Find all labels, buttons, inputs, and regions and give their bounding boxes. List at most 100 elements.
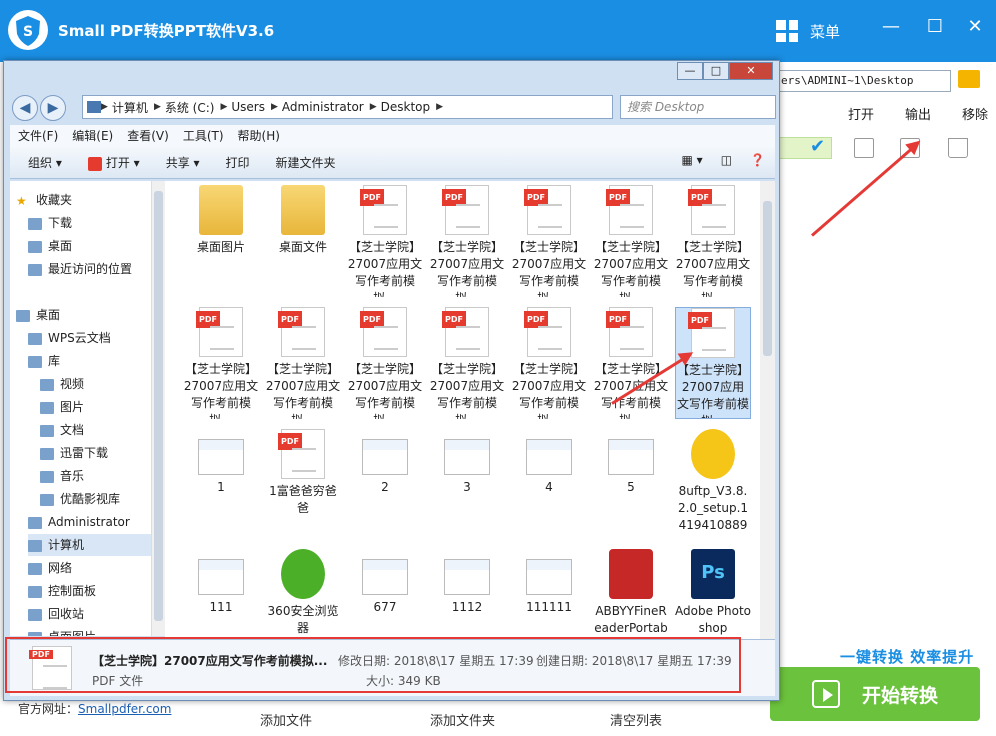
file-item[interactable]: 【芝士学院】27007应用文写作考前模拟... <box>593 185 669 297</box>
browse-folder-icon[interactable] <box>958 70 980 88</box>
file-item[interactable]: 桌面文件 <box>265 185 341 297</box>
file-item[interactable]: 3 <box>429 429 505 541</box>
explorer-minimize-button[interactable]: — <box>677 62 703 80</box>
view-grid-icon[interactable]: ▦ ▾ <box>682 153 703 167</box>
folder-icon <box>40 447 54 460</box>
nav-item[interactable]: 回收站 <box>28 603 154 625</box>
pdf-file-icon <box>688 308 735 358</box>
image-thumbnail-icon <box>362 559 408 595</box>
file-item[interactable]: 1112 <box>429 549 505 639</box>
nav-item[interactable]: 网络 <box>28 557 154 579</box>
address-bar[interactable]: ▶ 计算机 ▶ 系统 (C:) ▶ Users ▶ Administrator ▶ De… <box>82 95 613 119</box>
file-item[interactable]: 桌面图片 <box>183 185 259 297</box>
new-folder-button[interactable]: 新建文件夹 <box>276 154 336 171</box>
menu-tools[interactable]: 工具(T) <box>183 125 224 147</box>
file-item[interactable]: 【芝士学院】27007应用文写作考前模拟... <box>429 185 505 297</box>
add-file-button[interactable]: 添加文件 <box>260 710 312 729</box>
file-item[interactable]: 【芝士学院】27007应用文写作考前模拟... <box>511 185 587 297</box>
pdf-icon <box>87 156 102 171</box>
nav-item[interactable]: ★ 收藏夹 <box>16 189 154 211</box>
pdf-file-icon <box>688 185 735 235</box>
browser-360-icon <box>281 549 325 599</box>
file-item[interactable]: 111111 <box>511 549 587 639</box>
output-path-field[interactable]: ers\ADMINI~1\Desktop <box>776 70 951 92</box>
nav-item[interactable]: 最近访问的位置 <box>28 258 154 280</box>
file-item[interactable]: 【芝士学院】27007应用文写作考前模拟... <box>511 307 587 419</box>
file-item[interactable]: 360安全浏览器 <box>265 549 341 639</box>
file-item[interactable]: 5 <box>593 429 669 541</box>
file-item[interactable]: 677 <box>347 549 423 639</box>
folder-icon <box>28 240 42 253</box>
folder-icon <box>28 332 42 345</box>
file-item[interactable]: 4 <box>511 429 587 541</box>
maximize-button[interactable]: ☐ <box>920 12 950 42</box>
breadcrumb-computer[interactable]: 计算机 <box>112 99 148 116</box>
site-link[interactable]: Smallpdfer.com <box>78 702 171 716</box>
photoshop-icon: Ps <box>691 549 735 599</box>
navigation-scrollbar[interactable] <box>151 181 165 636</box>
search-input[interactable]: 搜索 Desktop <box>620 95 776 119</box>
nav-item[interactable]: 音乐 <box>40 465 154 487</box>
file-item[interactable]: 【芝士学院】27007应用文写作考前模拟... <box>593 307 669 419</box>
preview-pane-icon[interactable]: ◫ <box>721 153 732 167</box>
menu-view[interactable]: 查看(V) <box>127 125 169 147</box>
file-item[interactable]: 8uftp_V3.8.2.0_setup.1419410889 <box>675 429 751 541</box>
file-item[interactable]: 【芝士学院】27007应用文写作考前模拟... <box>265 307 341 419</box>
file-item[interactable]: 1富爸爸穷爸爸 <box>265 429 341 541</box>
nav-item[interactable]: 库 <box>28 350 154 372</box>
back-button[interactable]: ◀ <box>12 95 38 121</box>
breadcrumb-administrator[interactable]: Administrator <box>282 100 364 114</box>
minimize-button[interactable]: — <box>876 12 906 42</box>
file-list: 桌面图片桌面文件【芝士学院】27007应用文写作考前模拟...【芝士学院】270… <box>165 181 760 639</box>
close-button[interactable]: ✕ <box>960 12 990 42</box>
start-convert-button[interactable]: 开始转换 <box>770 667 980 721</box>
menu-help[interactable]: 帮助(H) <box>238 125 280 147</box>
open-file-icon[interactable] <box>854 138 874 158</box>
nav-item[interactable]: 桌面图片 <box>28 626 154 636</box>
print-button[interactable]: 打印 <box>226 154 250 171</box>
open-button[interactable]: 打开 ▾ <box>87 154 140 171</box>
menu-file[interactable]: 文件(F) <box>18 125 58 147</box>
nav-item[interactable]: 文档 <box>40 419 154 441</box>
file-item[interactable]: Ps Adobe Photoshop <box>675 549 751 639</box>
explorer-close-button[interactable]: ✕ <box>729 62 773 80</box>
file-item[interactable]: 2 <box>347 429 423 541</box>
folder-icon <box>28 516 42 529</box>
menu-edit[interactable]: 编辑(E) <box>72 125 113 147</box>
nav-item[interactable]: 下载 <box>28 212 154 234</box>
breadcrumb-drive-c[interactable]: 系统 (C:) <box>165 99 215 116</box>
file-item[interactable]: 【芝士学院】27007应用文写作考前模拟... <box>675 185 751 297</box>
add-folder-button[interactable]: 添加文件夹 <box>430 710 495 729</box>
nav-item[interactable]: WPS云文档 <box>28 327 154 349</box>
image-thumbnail-icon <box>444 439 490 475</box>
forward-button[interactable]: ▶ <box>40 95 66 121</box>
start-convert-label: 开始转换 <box>861 684 938 707</box>
file-item[interactable]: 111 <box>183 549 259 639</box>
nav-item[interactable]: 视频 <box>40 373 154 395</box>
folder-icon <box>281 185 325 235</box>
breadcrumb-desktop[interactable]: Desktop <box>381 100 431 114</box>
nav-item[interactable]: 迅雷下载 <box>40 442 154 464</box>
nav-item[interactable]: 图片 <box>40 396 154 418</box>
file-list-scrollbar[interactable] <box>760 181 775 639</box>
file-item[interactable]: 1 <box>183 429 259 541</box>
share-button[interactable]: 共享 ▾ <box>166 154 200 171</box>
nav-item[interactable]: 桌面 <box>28 235 154 257</box>
organize-button[interactable]: 组织 ▾ <box>28 154 62 171</box>
file-item[interactable]: ABBYYFineReaderPortable <box>593 549 669 639</box>
nav-item[interactable]: 桌面 <box>16 304 154 326</box>
trash-icon[interactable] <box>948 138 968 158</box>
explorer-maximize-button[interactable]: □ <box>703 62 729 80</box>
file-item[interactable]: 【芝士学院】27007应用文写作考前模拟... <box>347 307 423 419</box>
nav-item[interactable]: 控制面板 <box>28 580 154 602</box>
nav-item[interactable]: 计算机 <box>28 534 154 556</box>
menu-button[interactable]: 菜单 <box>776 16 876 46</box>
breadcrumb-users[interactable]: Users <box>231 100 265 114</box>
help-icon[interactable]: ❓ <box>750 153 765 167</box>
clear-list-button[interactable]: 清空列表 <box>610 710 662 729</box>
nav-item[interactable]: Administrator <box>28 511 154 533</box>
file-item[interactable]: 【芝士学院】27007应用文写作考前模拟... <box>429 307 505 419</box>
file-item[interactable]: 【芝士学院】27007应用文写作考前模拟... <box>183 307 259 419</box>
file-item[interactable]: 【芝士学院】27007应用文写作考前模拟... <box>347 185 423 297</box>
nav-item[interactable]: 优酷影视库 <box>40 488 154 510</box>
